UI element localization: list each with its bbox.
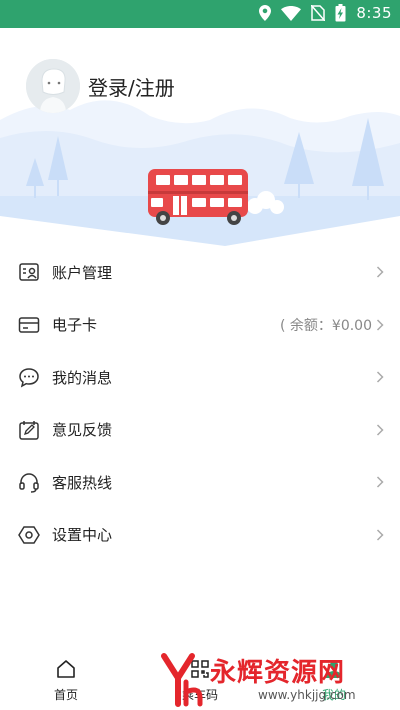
menu-item-settings[interactable]: 设置中心 bbox=[0, 509, 400, 562]
menu-label-e-card: 电子卡 bbox=[52, 316, 98, 335]
tab-home[interactable]: 首页 bbox=[26, 658, 106, 703]
watermark-brand: 永辉资源网 bbox=[210, 658, 346, 688]
chevron-right-icon bbox=[376, 319, 384, 331]
chevron-right-icon bbox=[376, 424, 384, 436]
login-register-link[interactable]: 登录/注册 bbox=[88, 72, 175, 101]
tab-label-home: 首页 bbox=[53, 688, 78, 702]
status-time: 8:35 bbox=[356, 4, 392, 22]
home-icon bbox=[57, 660, 75, 678]
chevron-right-icon bbox=[376, 529, 384, 541]
menu-label-messages: 我的消息 bbox=[52, 368, 113, 387]
bus-graphic bbox=[148, 169, 248, 225]
watermark: 永辉资源网 www.yhkjjg.com bbox=[160, 650, 396, 710]
e-card-icon bbox=[18, 317, 40, 333]
menu-item-hotline[interactable]: 客服热线 bbox=[0, 456, 400, 509]
menu-label-feedback: 意见反馈 bbox=[52, 421, 113, 440]
menu-label-hotline: 客服热线 bbox=[52, 473, 113, 492]
settings-hexagon-icon bbox=[18, 526, 40, 544]
menu-label-settings: 设置中心 bbox=[52, 526, 113, 545]
chevron-right-icon bbox=[376, 266, 384, 278]
menu-item-account[interactable]: 账户管理 bbox=[0, 246, 400, 299]
profile-menu: 账户管理 电子卡 ( 余额：¥0.00 我的消息 意见反馈 客服热线 设置中心 bbox=[0, 246, 400, 561]
menu-item-feedback[interactable]: 意见反馈 bbox=[0, 404, 400, 457]
chevron-right-icon bbox=[376, 476, 384, 488]
menu-label-account: 账户管理 bbox=[52, 263, 113, 282]
menu-item-e-card[interactable]: 电子卡 ( 余额：¥0.00 bbox=[0, 299, 400, 352]
e-card-balance: ( 余额：¥0.00 bbox=[280, 317, 372, 334]
location-icon bbox=[259, 5, 272, 21]
profile-header: 登录/注册 bbox=[0, 28, 400, 248]
status-bar: 8:35 bbox=[0, 0, 400, 28]
avatar[interactable] bbox=[26, 59, 80, 113]
watermark-logo bbox=[161, 653, 203, 707]
chevron-right-icon bbox=[376, 371, 384, 383]
message-bubble-icon bbox=[19, 368, 39, 388]
headset-icon bbox=[19, 473, 39, 493]
no-sim-icon bbox=[311, 5, 326, 21]
account-card-icon bbox=[19, 263, 39, 281]
feedback-edit-icon bbox=[19, 420, 39, 440]
avatar-placeholder-icon bbox=[26, 59, 80, 113]
menu-item-messages[interactable]: 我的消息 bbox=[0, 351, 400, 404]
battery-charging-icon bbox=[335, 4, 346, 22]
watermark-url: www.yhkjjg.com bbox=[258, 688, 356, 702]
wifi-icon bbox=[281, 5, 302, 21]
